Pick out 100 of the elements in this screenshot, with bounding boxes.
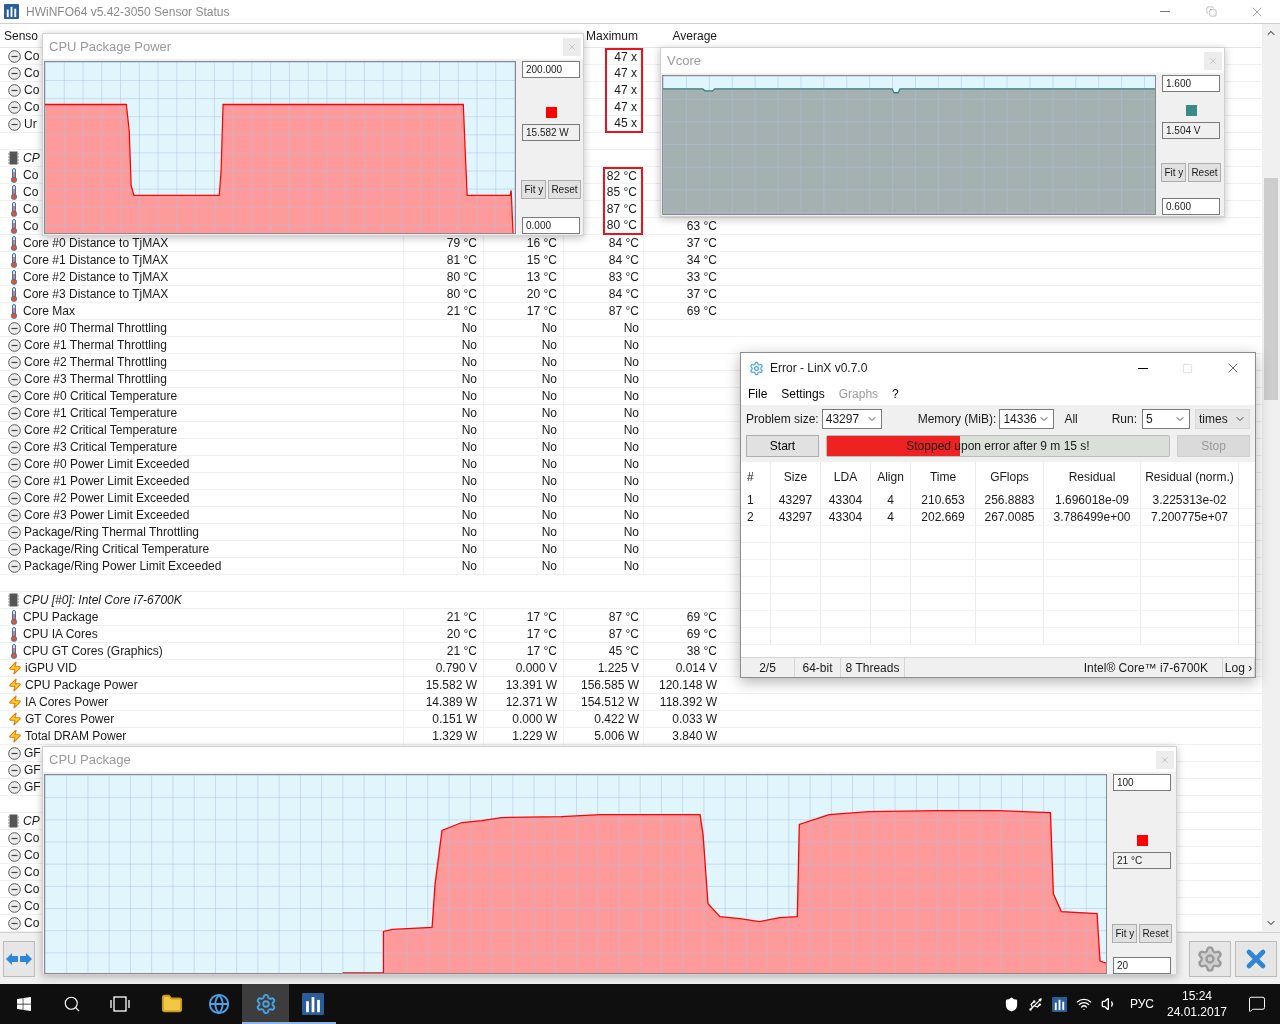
table-cell-text: No [622,388,640,405]
table-cell-text: No [622,490,640,507]
table-cell-text: No [541,541,557,558]
table-cell-text: No [541,371,557,388]
all-label[interactable]: All [1064,410,1078,428]
log-link[interactable]: Log › [1224,658,1253,677]
menu-item[interactable]: File [748,385,768,403]
dropdown[interactable]: 43297 [821,409,882,429]
value-field[interactable]: 200.000 [522,61,580,78]
table-cell-text: No [461,320,477,337]
column-header[interactable]: Residual (norm.) [1145,468,1234,486]
group-header[interactable]: CPU [#0]: Intel Core i7-6700K [23,591,182,609]
table-cell-text: 20 °C [446,626,477,643]
column-header[interactable]: Time [929,468,957,486]
table-cell-text: 13.391 W [505,677,557,694]
table-cell-text: 16 °C [526,235,557,252]
table-cell-text: No [541,473,557,490]
table-cell-text: No [461,507,477,524]
column-header[interactable]: Size [783,468,808,486]
sensor-label: Co [24,99,40,116]
column-header[interactable]: Senso [4,29,39,43]
value-field[interactable]: 0.000 [522,217,580,234]
column-header[interactable]: Average [672,27,717,45]
table-cell-text: 38 °C [686,643,717,660]
usb-icon[interactable] [1027,996,1043,1012]
task-view-icon [110,996,130,1012]
bar-chart-icon [4,4,19,19]
table-cell-text: No [622,320,640,337]
graph-button[interactable]: Reset [1188,163,1221,182]
settings-button[interactable] [1189,940,1231,977]
dropdown[interactable]: 14336 [999,409,1055,429]
notifications-icon[interactable] [1248,995,1266,1013]
sensor-label: Co [23,167,39,184]
table-cell-text: 5.006 W [593,728,640,745]
table-cell-text: 3.225313e-02 [1152,492,1227,509]
table-cell-text: No [541,354,557,371]
shield-icon[interactable] [1003,996,1019,1012]
menu-item[interactable]: ? [892,385,899,403]
scroll-thumb[interactable] [1264,178,1278,400]
sensor-label: Core #1 Power Limit Exceeded [24,473,190,490]
value-field[interactable]: 20 [1113,957,1171,974]
table-cell-text: No [461,524,477,541]
sensor-label: Co [23,201,39,218]
column-header[interactable]: # [747,468,754,486]
start-button[interactable]: Start [746,435,819,457]
table-cell-text: 3.786499e+00 [1053,509,1131,526]
scrollbar[interactable] [1262,24,1280,932]
table-cell-text: No [461,405,477,422]
table-cell-text: No [461,388,477,405]
clock-time[interactable]: 15:24 [1182,988,1212,1004]
value-field[interactable]: 0.600 [1162,198,1220,215]
table-cell-text: 69 °C [686,609,717,626]
column-header[interactable]: Maximum [586,27,638,45]
column-header[interactable]: Align [877,468,904,486]
value-field[interactable]: 15.582 W [522,123,580,141]
group-header[interactable]: CP [23,149,40,167]
value-field[interactable]: 1.600 [1162,75,1220,92]
clock-date[interactable]: 24.01.2017 [1166,1004,1228,1020]
table-cell-text: 37 °C [686,286,717,303]
maximize-icon [1182,362,1193,374]
group-header[interactable]: CP [23,812,40,830]
sensor-label: Core #2 Critical Temperature [24,422,178,439]
graph-button[interactable]: Reset [548,180,581,199]
value-field[interactable]: 1.504 V [1162,122,1220,139]
sensor-label: Package/Ring Power Limit Exceeded [24,558,222,575]
table-cell: 82 °C [602,166,643,184]
sensor-label: Co [23,184,39,201]
sensor-label: Co [24,881,40,898]
graph-button[interactable]: Fit y [1112,924,1138,943]
sensor-label: Core #3 Power Limit Exceeded [24,507,190,524]
column-header[interactable]: LDA [833,468,858,486]
wifi-icon[interactable] [1075,996,1092,1012]
minimize-icon [1160,11,1170,12]
bar-chart-icon [1051,996,1067,1012]
sensor-label: CPU Package Power [25,677,138,694]
language-indicator[interactable]: РУС [1129,995,1154,1013]
table-cell-text: 256.8883 [984,492,1035,509]
table-cell-text: 4 [887,509,894,526]
graph-button[interactable]: Fit y [521,180,547,199]
menu-item[interactable]: Settings [781,385,825,403]
navigation-button[interactable] [3,940,35,977]
table-cell-text: 1.229 W [512,728,557,745]
graph-button[interactable]: Fit y [1161,163,1187,182]
column-header[interactable]: Residual [1068,468,1116,486]
table-cell-text: 69 °C [686,626,717,643]
table-cell-text: 81 °C [446,252,477,269]
dropdown[interactable]: times [1195,409,1250,429]
value-field[interactable]: 21 °C [1113,852,1171,869]
graph-button[interactable]: Reset [1139,924,1172,943]
table-cell-text: No [461,456,477,473]
table-cell-text: 84 °C [607,235,640,252]
close-button[interactable] [1235,940,1277,977]
table-cell-text: No [461,541,477,558]
sensor-label: CPU Package [23,609,99,626]
sensor-label: Co [24,48,40,65]
value-field[interactable]: 100 [1113,774,1171,791]
table-cell-text: 80 °C [446,286,477,303]
sensor-label: Core Max [23,303,75,320]
column-header[interactable]: GFlops [990,468,1029,486]
dropdown[interactable]: 5 [1142,409,1190,429]
